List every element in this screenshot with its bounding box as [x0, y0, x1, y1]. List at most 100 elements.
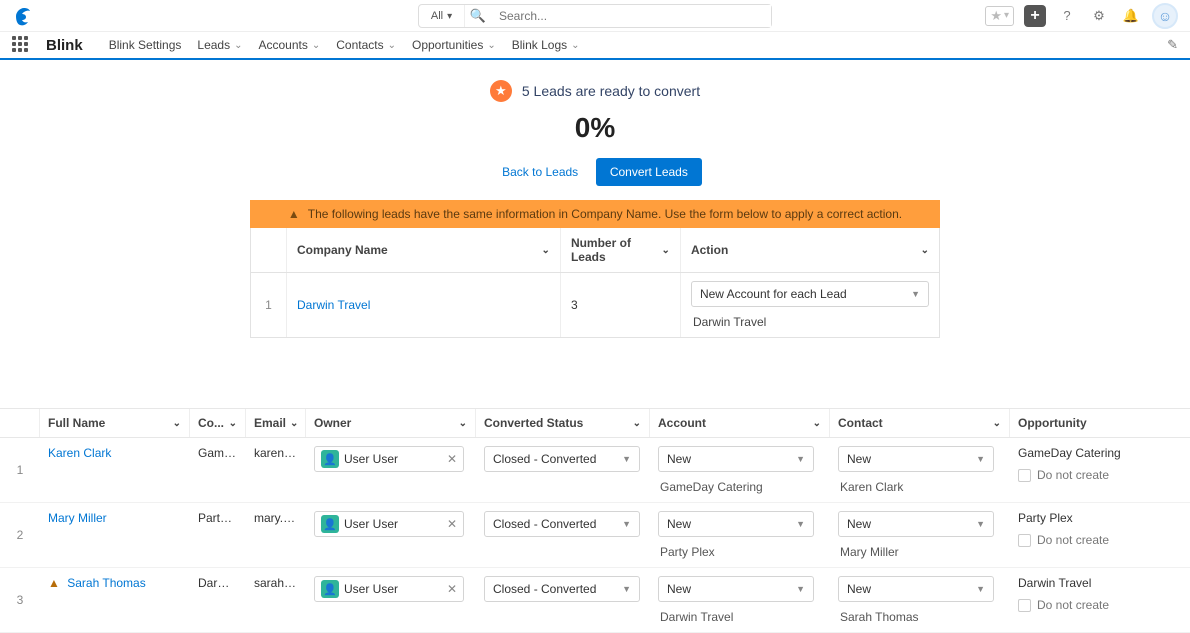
account-subtext: Darwin Travel [658, 610, 822, 624]
chevron-down-icon: ⌄ [312, 40, 320, 51]
close-icon[interactable]: ✕ [447, 517, 457, 531]
column-account[interactable]: Account ⌄ [650, 409, 830, 437]
chevron-down-icon: ⌄ [459, 418, 467, 429]
column-label: Account [658, 416, 706, 430]
close-icon[interactable]: ✕ [447, 452, 457, 466]
contact-value: New [847, 452, 871, 466]
nav-label: Leads [197, 38, 230, 52]
warning-icon: ▲ [48, 576, 60, 590]
chevron-down-icon: ⌄ [571, 40, 579, 51]
contact-select[interactable]: New ▼ [838, 576, 994, 602]
column-label: Company Name [297, 243, 388, 257]
action-select[interactable]: New Account for each Lead ▼ [691, 281, 929, 307]
status-select[interactable]: Closed - Converted ▼ [484, 511, 640, 537]
column-company-name[interactable]: Company Name⌄ [287, 228, 561, 272]
lead-name-link[interactable]: Karen Clark [48, 446, 111, 460]
progress-percent: 0% [0, 112, 1190, 144]
company-link[interactable]: Darwin Travel [297, 298, 370, 312]
owner-chip[interactable]: 👤 User User ✕ [314, 446, 464, 472]
chevron-down-icon: ⌄ [487, 40, 495, 51]
chevron-down-icon: ▼ [976, 454, 985, 464]
convert-leads-button[interactable]: Convert Leads [596, 158, 702, 186]
do-not-create-checkbox[interactable]: Do not create [1018, 468, 1182, 482]
owner-chip-label: User User [344, 582, 398, 596]
company-value: GameDa... [198, 446, 238, 460]
chevron-down-icon: ⌄ [662, 245, 670, 256]
nav-label: Blink Settings [109, 38, 182, 52]
search-scope-dropdown[interactable]: All ▾ [419, 5, 465, 27]
column-full-name[interactable]: Full Name⌄ [40, 409, 190, 437]
global-create-button[interactable]: + [1024, 5, 1046, 27]
account-select[interactable]: New ▼ [658, 576, 814, 602]
owner-chip[interactable]: 👤 User User ✕ [314, 511, 464, 537]
status-value: Closed - Converted [493, 452, 596, 466]
nav-label: Accounts [258, 38, 307, 52]
email-value: mary.mil... [254, 511, 298, 525]
user-icon: 👤 [321, 580, 339, 598]
banner-star-icon: ★ [490, 80, 512, 102]
contact-select[interactable]: New ▼ [838, 511, 994, 537]
nav-accounts[interactable]: Accounts ⌄ [258, 38, 320, 52]
account-subtext: Party Plex [658, 545, 822, 559]
action-subvalue: Darwin Travel [691, 315, 929, 329]
nav-label: Blink Logs [512, 38, 567, 52]
column-label: Co... [198, 416, 224, 430]
nav-leads[interactable]: Leads⌄ [197, 38, 242, 52]
edit-nav-button[interactable]: ✎ [1167, 37, 1178, 53]
account-select[interactable]: New ▼ [658, 511, 814, 537]
nav-blink-logs[interactable]: Blink Logs ⌄ [512, 38, 580, 52]
do-not-create-checkbox[interactable]: Do not create [1018, 598, 1182, 612]
account-select[interactable]: New ▼ [658, 446, 814, 472]
plus-icon: + [1030, 7, 1039, 25]
chevron-down-icon: ▼ [976, 584, 985, 594]
contact-select[interactable]: New ▼ [838, 446, 994, 472]
column-email[interactable]: Email⌄ [246, 409, 306, 437]
chevron-down-icon: ▼ [622, 584, 631, 594]
column-owner[interactable]: Owner⌄ [306, 409, 476, 437]
help-button[interactable]: ? [1056, 5, 1078, 27]
nav-label: Contacts [336, 38, 383, 52]
lead-name-link[interactable]: Mary Miller [48, 511, 107, 525]
contact-subtext: Sarah Thomas [838, 610, 1002, 624]
opportunity-value: Darwin Travel [1018, 576, 1182, 590]
app-name: Blink [46, 37, 83, 54]
chevron-down-icon: ⌄ [813, 418, 821, 429]
global-search[interactable]: All ▾ 🔍 [418, 4, 772, 28]
column-company[interactable]: Co...⌄ [190, 409, 246, 437]
nav-opportunities[interactable]: Opportunities ⌄ [412, 38, 496, 52]
column-opportunity: Opportunity [1010, 409, 1190, 437]
nav-blink-settings[interactable]: Blink Settings [109, 38, 182, 52]
chevron-down-icon: ▼ [796, 519, 805, 529]
close-icon[interactable]: ✕ [447, 582, 457, 596]
lead-name-link[interactable]: Sarah Thomas [67, 576, 146, 590]
opportunity-value: GameDay Catering [1018, 446, 1182, 460]
column-converted-status[interactable]: Converted Status⌄ [476, 409, 650, 437]
column-label: Contact [838, 416, 883, 430]
favorites-button[interactable]: ★▾ [985, 6, 1014, 26]
nav-label: Opportunities [412, 38, 483, 52]
status-select[interactable]: Closed - Converted ▼ [484, 446, 640, 472]
chevron-down-icon: ▼ [911, 289, 920, 299]
nav-contacts[interactable]: Contacts⌄ [336, 38, 396, 52]
owner-chip-label: User User [344, 452, 398, 466]
chevron-down-icon: ⌄ [993, 418, 1001, 429]
column-number-of-leads[interactable]: Number of Leads⌄ [561, 228, 681, 272]
column-label: Email [254, 416, 286, 430]
search-input[interactable] [491, 5, 771, 27]
do-not-create-label: Do not create [1037, 533, 1109, 547]
column-action[interactable]: Action⌄ [681, 228, 939, 272]
app-launcher-icon[interactable] [12, 36, 30, 54]
search-scope-label: All [431, 10, 443, 22]
do-not-create-checkbox[interactable]: Do not create [1018, 533, 1182, 547]
column-label: Converted Status [484, 416, 583, 430]
chevron-down-icon: ▼ [796, 584, 805, 594]
owner-chip[interactable]: 👤 User User ✕ [314, 576, 464, 602]
notifications-button[interactable]: 🔔 [1120, 5, 1142, 27]
contact-subtext: Mary Miller [838, 545, 1002, 559]
do-not-create-label: Do not create [1037, 598, 1109, 612]
back-to-leads-button[interactable]: Back to Leads [488, 158, 592, 186]
status-select[interactable]: Closed - Converted ▼ [484, 576, 640, 602]
settings-button[interactable]: ⚙ [1088, 5, 1110, 27]
user-avatar[interactable]: ☺ [1152, 3, 1178, 29]
column-contact[interactable]: Contact ⌄ [830, 409, 1010, 437]
